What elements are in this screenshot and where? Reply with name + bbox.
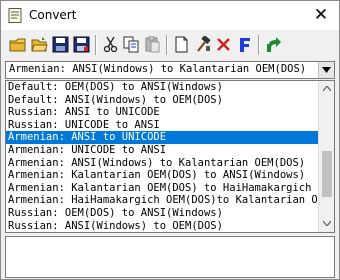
scrollbar-thumb[interactable] — [322, 151, 332, 197]
cut-icon — [103, 36, 118, 53]
list-item[interactable]: Armenian: Kalantarian OEM(DOS) to HaiHam… — [6, 182, 319, 195]
toolbar-separator — [95, 35, 97, 55]
list-item[interactable]: Armenian: ANSI(Windows) to Kalantarian O… — [6, 157, 319, 170]
delete-button[interactable] — [213, 34, 234, 55]
blank-document-icon — [175, 36, 188, 53]
toolbar — [1, 30, 339, 60]
list-item[interactable]: Armenian: ANSI to UNICODE — [6, 131, 319, 144]
chevron-up-icon — [323, 86, 331, 91]
font-f-icon — [240, 38, 250, 52]
conversion-list[interactable]: Default: OEM(DOS) to ANSI(Windows) Defaul… — [5, 80, 335, 233]
save-button[interactable] — [50, 34, 71, 55]
list-item[interactable]: Armenian: UNICODE to ANSI — [6, 144, 319, 157]
list-item[interactable]: Russian: ANSI to UNICODE — [6, 106, 319, 119]
vertical-scrollbar[interactable] — [318, 81, 334, 232]
convert-window: Convert ✕ Armenian: ANSI(Windows) to Kal… — [0, 0, 340, 280]
new-icon — [9, 38, 26, 52]
title-bar[interactable]: Convert ✕ — [1, 1, 339, 30]
toolbar-separator — [258, 35, 260, 55]
close-button[interactable]: ✕ — [303, 1, 339, 30]
conversion-select-value: Armenian: ANSI(Windows) to Kalantarian O… — [9, 63, 307, 75]
copy-button[interactable] — [121, 34, 142, 55]
toolbar-separator — [166, 35, 168, 55]
conversion-list-items: Default: OEM(DOS) to ANSI(Windows) Defaul… — [6, 81, 319, 232]
hammer-icon — [197, 36, 211, 52]
window-title: Convert — [29, 8, 77, 22]
paste-icon — [145, 36, 160, 53]
delete-x-icon — [217, 38, 230, 51]
cut-button[interactable] — [100, 34, 121, 55]
list-item[interactable]: Russian: ANSI(Windows) to OEM(DOS) — [6, 220, 319, 232]
save-as-button[interactable] — [71, 34, 92, 55]
paste-button[interactable] — [142, 34, 163, 55]
conversion-select[interactable]: Armenian: ANSI(Windows) to Kalantarian O… — [5, 61, 335, 79]
chevron-down-icon — [322, 67, 331, 73]
open-folder-icon — [31, 37, 48, 52]
open-button[interactable] — [29, 34, 50, 55]
new-button[interactable] — [7, 34, 28, 55]
list-item[interactable]: Default: ANSI(Windows) to OEM(DOS) — [6, 94, 319, 107]
chevron-down-icon — [323, 221, 331, 226]
save-icon — [52, 36, 69, 53]
dropdown-button[interactable] — [318, 62, 334, 78]
export-button[interactable] — [263, 34, 284, 55]
list-item[interactable]: Armenian: HaiHamakargich OEM(DOS)to Kala… — [6, 194, 319, 207]
scroll-up-button[interactable] — [319, 81, 334, 97]
scroll-down-button[interactable] — [319, 216, 334, 232]
list-item[interactable]: Default: OEM(DOS) to ANSI(Windows) — [6, 81, 319, 94]
list-item[interactable]: Armenian: Kalantarian OEM(DOS) to ANSI(W… — [6, 169, 319, 182]
export-arrow-icon — [267, 37, 281, 52]
app-icon — [8, 8, 22, 23]
hammer-button[interactable] — [192, 34, 213, 55]
list-item[interactable]: Russian: UNICODE to ANSI — [6, 119, 319, 132]
copy-icon — [123, 36, 139, 53]
save-as-icon — [73, 36, 90, 53]
font-button[interactable] — [234, 34, 255, 55]
output-text-area[interactable] — [5, 236, 335, 278]
list-item[interactable]: Russian: OEM(DOS) to ANSI(Windows) — [6, 207, 319, 220]
blank-document-button[interactable] — [171, 34, 192, 55]
